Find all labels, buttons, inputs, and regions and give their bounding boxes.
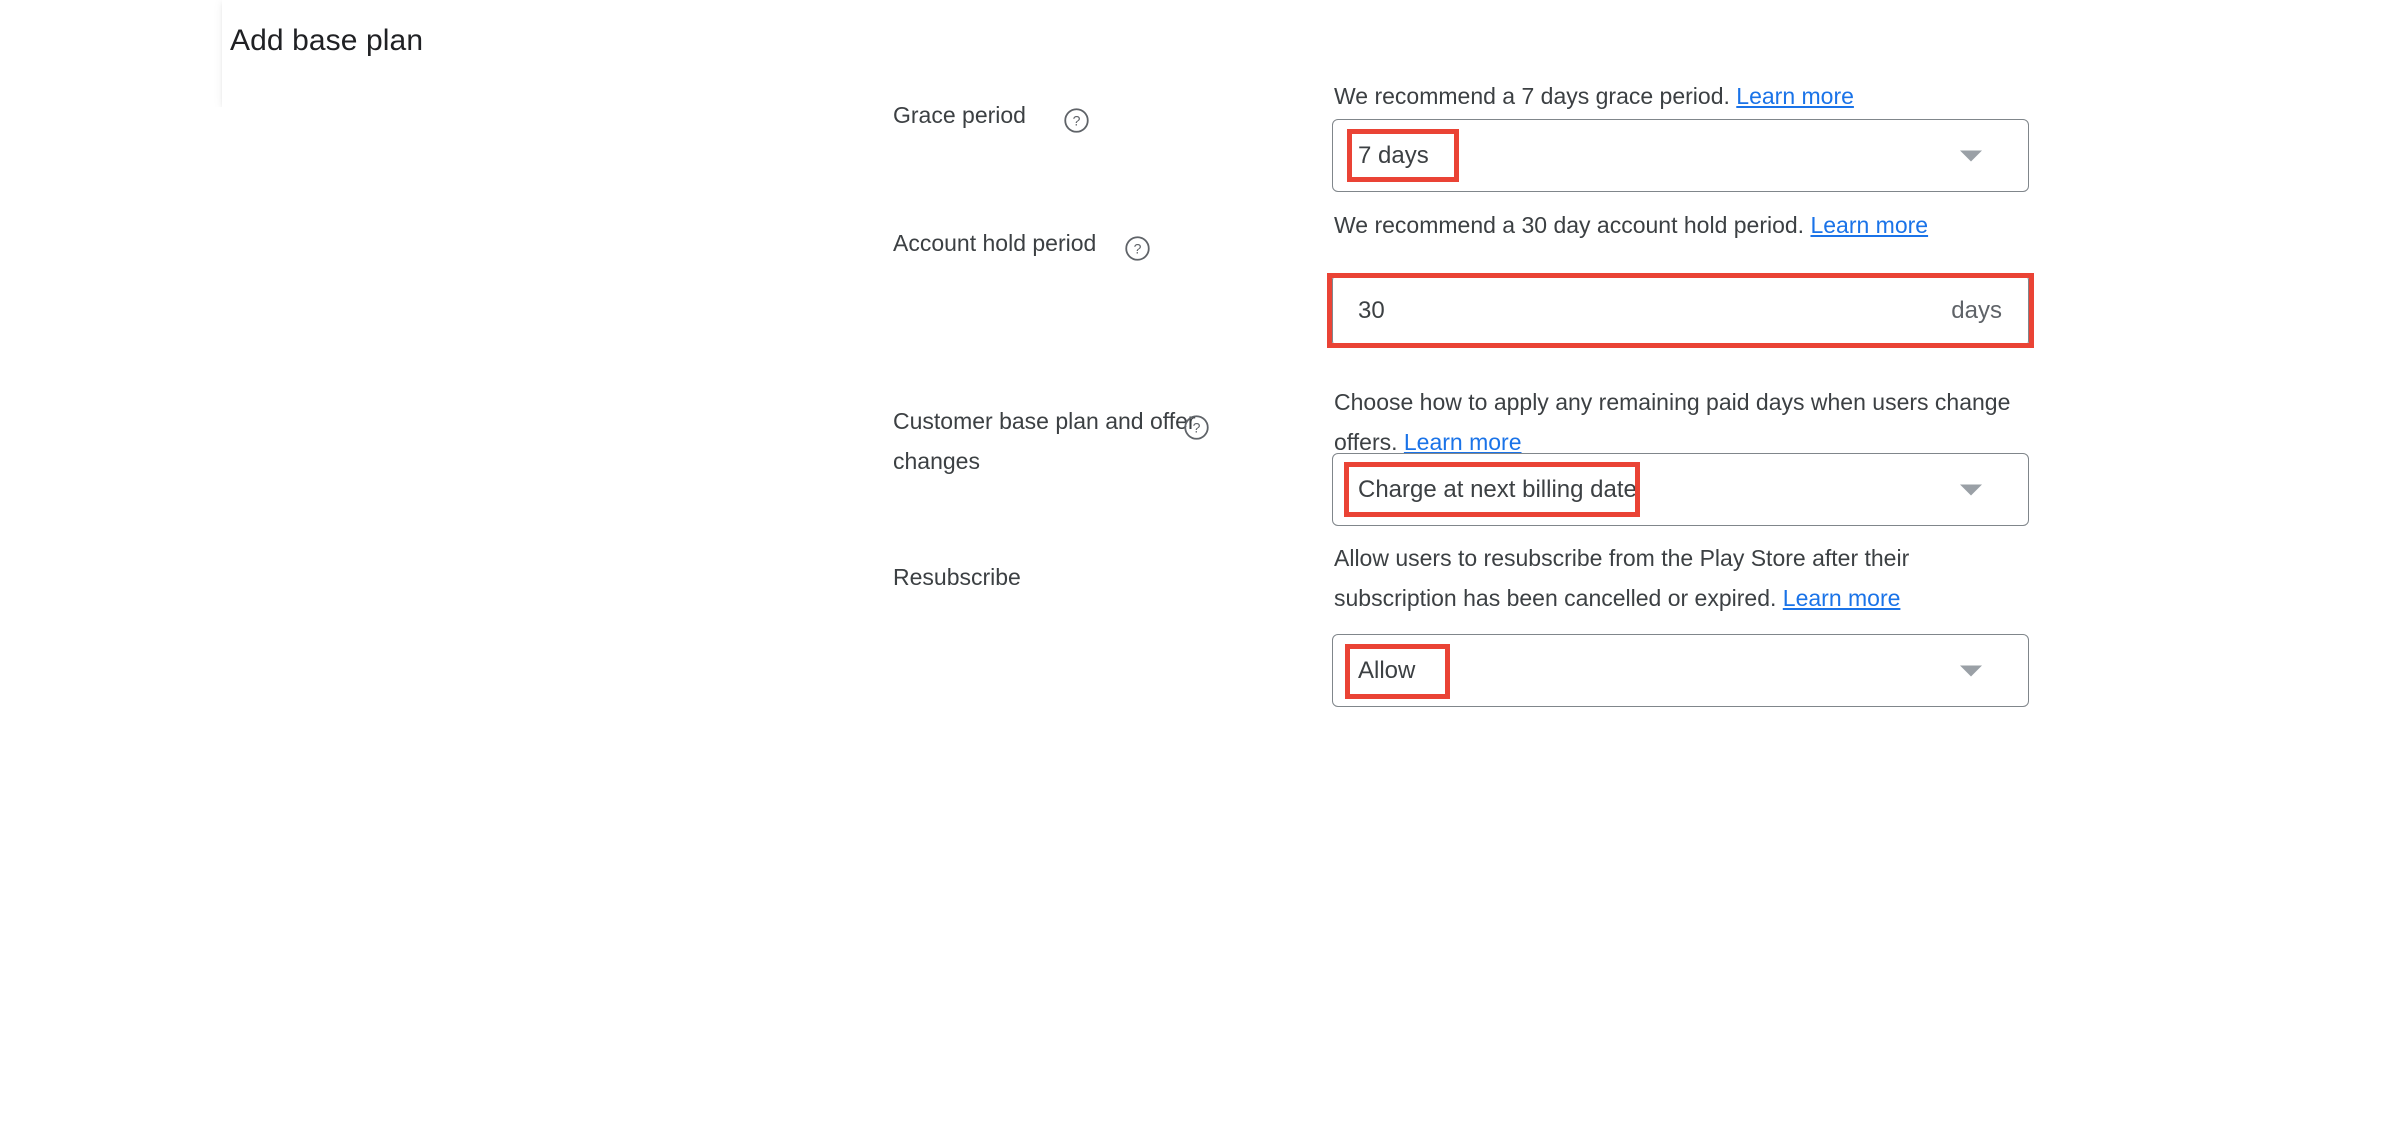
- account-hold-period-input[interactable]: 30 days: [1332, 274, 2029, 347]
- grace-period-label: Grace period: [893, 102, 1026, 128]
- help-circle-icon[interactable]: ?: [1063, 107, 1090, 134]
- chevron-down-icon[interactable]: [1960, 484, 1982, 495]
- account-hold-period-description-text: We recommend a 30 day account hold perio…: [1334, 212, 1805, 238]
- customer-base-plan-and-offer-changes-learn-more-link[interactable]: Learn more: [1404, 429, 1522, 455]
- account-hold-period-description: We recommend a 30 day account hold perio…: [1334, 205, 2024, 245]
- grace-period-select[interactable]: 7 days: [1332, 119, 2029, 192]
- account-hold-period-value: 30: [1358, 296, 1385, 324]
- resubscribe-learn-more-link[interactable]: Learn more: [1783, 585, 1901, 611]
- customer-base-plan-and-offer-changes-description: Choose how to apply any remaining paid d…: [1334, 382, 2024, 462]
- grace-period-description-text: We recommend a 7 days grace period.: [1334, 83, 1730, 109]
- help-circle-icon[interactable]: ?: [1124, 235, 1151, 262]
- grace-period-learn-more-link[interactable]: Learn more: [1736, 83, 1854, 109]
- page-title: Add base plan: [230, 24, 424, 57]
- header-bar: [222, 0, 2398, 107]
- page-root: Add base plan Grace period ? We recommen…: [0, 0, 2398, 1122]
- grace-period-value: 7 days: [1358, 141, 1429, 169]
- customer-base-plan-and-offer-changes-select[interactable]: Charge at next billing date: [1332, 453, 2029, 526]
- resubscribe-select[interactable]: Allow: [1332, 634, 2029, 707]
- resubscribe-value: Allow: [1358, 656, 1416, 684]
- svg-text:?: ?: [1134, 241, 1142, 257]
- svg-text:?: ?: [1073, 113, 1081, 129]
- resubscribe-label: Resubscribe: [893, 564, 1021, 590]
- account-hold-period-learn-more-link[interactable]: Learn more: [1810, 212, 1928, 238]
- chevron-down-icon[interactable]: [1960, 665, 1982, 676]
- grace-period-description: We recommend a 7 days grace period. Lear…: [1334, 76, 2024, 116]
- resubscribe-description: Allow users to resubscribe from the Play…: [1334, 538, 2024, 618]
- account-hold-period-label: Account hold period: [893, 230, 1097, 256]
- customer-base-plan-and-offer-changes-label: Customer base plan and offer changes: [893, 408, 1196, 474]
- help-circle-icon[interactable]: ?: [1183, 414, 1210, 441]
- account-hold-period-unit: days: [1951, 296, 2002, 324]
- svg-text:?: ?: [1193, 420, 1201, 436]
- customer-base-plan-and-offer-changes-value: Charge at next billing date: [1358, 475, 1637, 503]
- base-plan-form: Grace period ? We recommend a 7 days gra…: [0, 83, 2398, 1122]
- chevron-down-icon[interactable]: [1960, 150, 1982, 161]
